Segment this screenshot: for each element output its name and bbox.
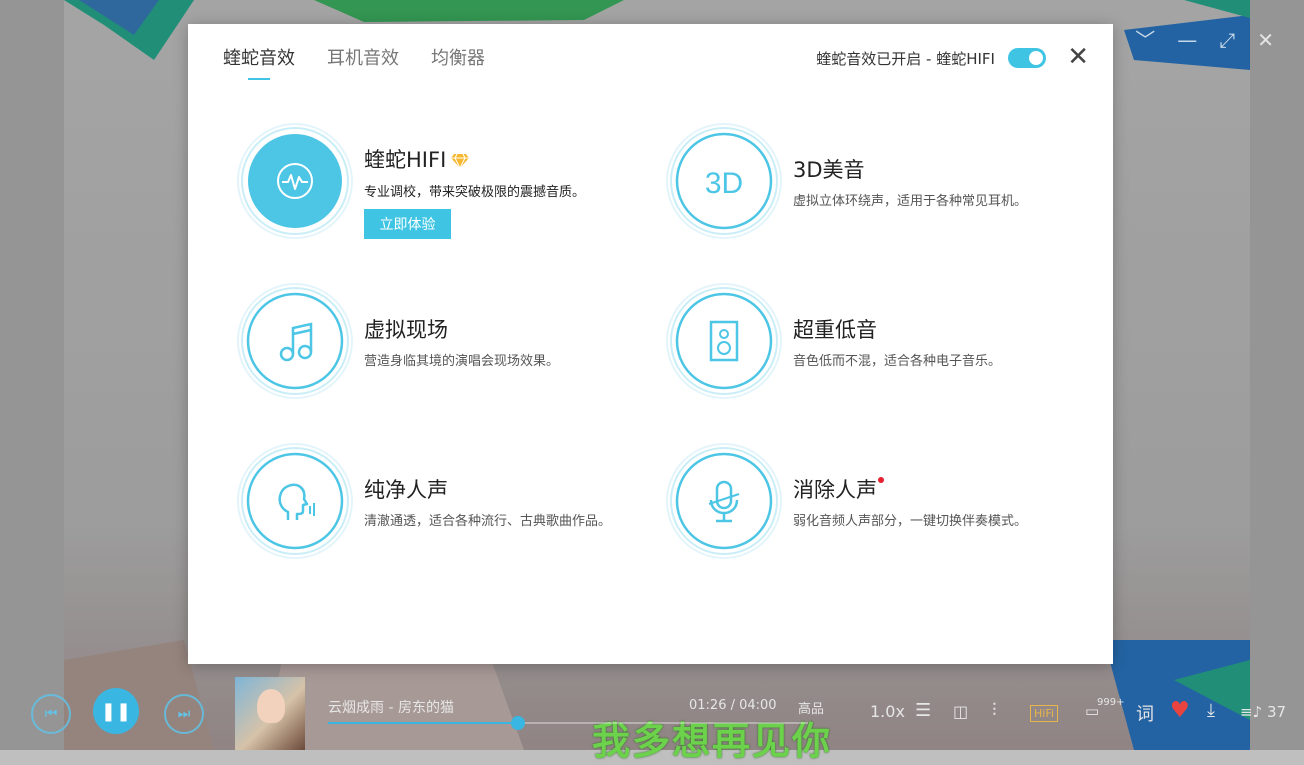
voice-head-icon	[237, 443, 353, 559]
try-now-button[interactable]: 立即体验	[364, 209, 451, 239]
favorite-heart-icon[interactable]: ♥	[1170, 698, 1190, 723]
queue-count: 37	[1266, 703, 1287, 721]
feature-description: 清澈通透，适合各种流行、古典歌曲作品。	[364, 514, 612, 529]
album-cover[interactable]	[235, 677, 305, 750]
hifi-badge[interactable]: HiFi	[1030, 705, 1058, 722]
3d-icon-text: 3D	[705, 167, 743, 200]
window-close-icon[interactable]: ✕	[1257, 30, 1274, 50]
microphone-icon	[666, 443, 782, 559]
effect-toggle[interactable]	[1008, 48, 1046, 68]
next-icon: ⏭	[177, 706, 191, 722]
feature-title: 纯净人声	[364, 478, 448, 502]
tab-viper-effects[interactable]: 蝰蛇音效	[223, 44, 295, 80]
feature-title: 消除人声	[793, 474, 884, 504]
speaker-icon	[666, 283, 782, 399]
progress-knob[interactable]	[510, 716, 525, 730]
fullscreen-icon[interactable]: ⤢	[1219, 30, 1235, 50]
dialog-tabs: 蝰蛇音效 耳机音效 均衡器	[223, 44, 485, 80]
queue-icon: ≡♪	[1240, 703, 1263, 721]
diamond-vip-icon	[451, 153, 470, 169]
music-note-icon	[237, 283, 353, 399]
feature-description: 营造身临其境的演唱会现场效果。	[364, 354, 560, 369]
window-controls: ﹀ — ⤢ ✕	[1135, 30, 1274, 50]
feature-3d-audio[interactable]: 3D 3D美音 虚拟立体环绕声，适用于各种常见耳机。	[665, 122, 1085, 252]
progress-bar[interactable]	[328, 716, 808, 730]
feature-description: 专业调校，带来突破极限的震撼音质。	[364, 185, 586, 200]
previous-icon: ⏮	[44, 706, 58, 722]
feature-viper-hifi[interactable]: 蝰蛇HIFI 专业调校，带来突破极限的震撼音质。 立即体验	[236, 122, 656, 252]
feature-title: 蝰蛇HIFI	[364, 144, 470, 174]
minimize-icon[interactable]: —	[1177, 30, 1197, 50]
lyric-line: 我多想再见你	[592, 719, 833, 763]
sound-effects-dialog: 蝰蛇音效 耳机音效 均衡器 蝰蛇音效已开启 - 蝰蛇HIFI ✕ 蝰蛇HIFI …	[188, 24, 1113, 664]
tab-equalizer[interactable]: 均衡器	[431, 44, 485, 70]
queue-button[interactable]: ≡♪ 37	[1240, 703, 1286, 721]
playlist-mode-icon[interactable]: ☰	[915, 700, 931, 721]
speed-button[interactable]: 1.0x	[870, 702, 905, 721]
sound-effect-icon[interactable]: ◫	[953, 702, 968, 721]
previous-button[interactable]: ⏮	[31, 694, 71, 734]
feature-description: 弱化音频人声部分，一键切换伴奏模式。	[793, 514, 1028, 529]
lyrics-button[interactable]: 词	[1136, 700, 1154, 726]
effect-status-text: 蝰蛇音效已开启 - 蝰蛇HIFI	[816, 50, 995, 68]
feature-title: 虚拟现场	[364, 318, 448, 342]
collapse-icon[interactable]: ﹀	[1135, 30, 1155, 50]
progress-fill	[328, 722, 518, 724]
quality-badge[interactable]: 高品	[798, 698, 824, 717]
tab-headphone-effects[interactable]: 耳机音效	[327, 44, 399, 70]
feature-description: 虚拟立体环绕声，适用于各种常见耳机。	[793, 194, 1028, 209]
3d-icon: 3D	[666, 123, 782, 239]
feature-pure-vocal[interactable]: 纯净人声 清澈通透，适合各种流行、古典歌曲作品。	[236, 442, 656, 572]
feature-title: 3D美音	[793, 158, 865, 182]
download-icon[interactable]: ⤓	[1207, 700, 1215, 721]
dialog-close-button[interactable]: ✕	[1067, 42, 1089, 72]
feature-title: 超重低音	[793, 318, 877, 342]
playback-time: 01:26 / 04:00	[689, 698, 777, 713]
equalizer-icon[interactable]: ⫶	[992, 700, 997, 721]
waveform-icon	[237, 123, 353, 239]
song-title[interactable]: 云烟成雨 - 房东的猫	[328, 697, 454, 717]
next-button[interactable]: ⏭	[164, 694, 204, 734]
comment-count: 999+	[1097, 697, 1125, 708]
new-dot-icon	[878, 477, 884, 483]
pause-button[interactable]: ❚❚	[93, 688, 139, 734]
feature-virtual-live[interactable]: 虚拟现场 营造身临其境的演唱会现场效果。	[236, 282, 656, 412]
feature-description: 音色低而不混，适合各种电子音乐。	[793, 354, 1002, 369]
feature-remove-vocal[interactable]: 消除人声 弱化音频人声部分，一键切换伴奏模式。	[665, 442, 1085, 572]
pause-icon: ❚❚	[100, 700, 132, 722]
feature-super-bass[interactable]: 超重低音 音色低而不混，适合各种电子音乐。	[665, 282, 1085, 412]
